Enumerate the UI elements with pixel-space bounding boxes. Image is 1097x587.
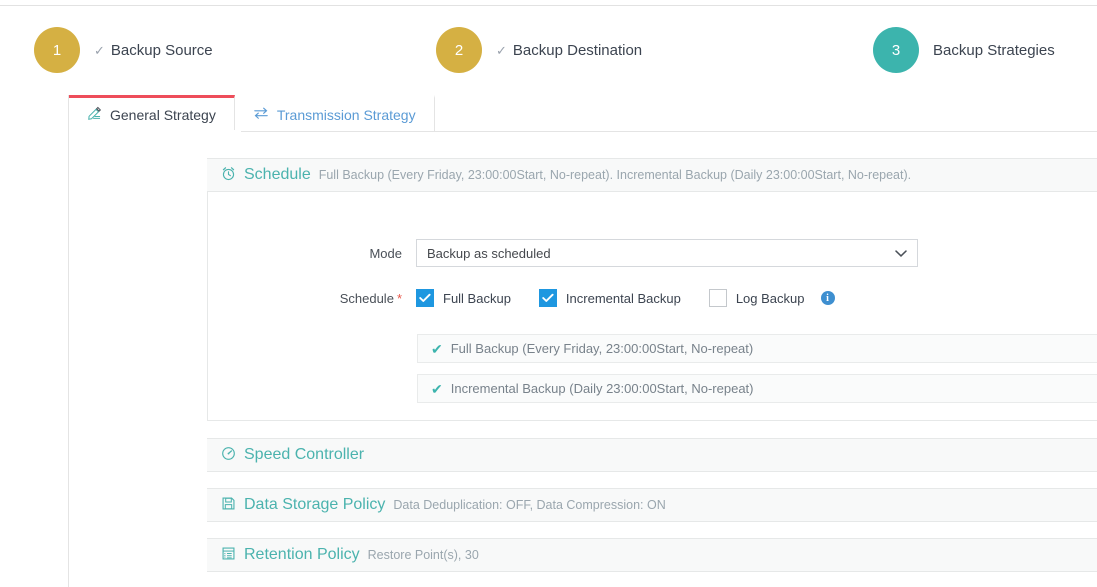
panel-speed-controller-header[interactable]: Speed Controller [207, 438, 1097, 472]
panel-schedule: Schedule Full Backup (Every Friday, 23:0… [207, 158, 1097, 421]
check-icon-incremental-backup: ✔ [431, 380, 443, 397]
mode-select[interactable]: Backup as scheduled [416, 239, 918, 267]
info-icon[interactable]: i [820, 291, 835, 305]
checkbox-label-full-backup: Full Backup [443, 290, 511, 306]
schedule-detail-list: ✔ Full Backup (Every Friday, 23:00:00Sta… [417, 334, 1097, 414]
transfer-arrows-icon [253, 106, 269, 123]
panel-retention-policy-header[interactable]: Retention Policy Restore Point(s), 30 [207, 538, 1097, 572]
gauge-icon [221, 446, 236, 464]
panel-schedule-title: Schedule [244, 166, 311, 183]
step-label-wrap-1: ✓ Backup Source [94, 42, 213, 59]
step-complete-check-icon-2: ✓ [496, 42, 507, 58]
panel-retention-policy-summary: Restore Point(s), 30 [367, 548, 479, 562]
schedule-detail-row-full-backup[interactable]: ✔ Full Backup (Every Friday, 23:00:00Sta… [417, 334, 1097, 363]
alarm-clock-icon [221, 166, 236, 184]
mode-row: Mode Backup as scheduled [316, 239, 918, 267]
floppy-disk-icon [221, 496, 236, 514]
tab-transmission-strategy-label: Transmission Strategy [276, 106, 416, 123]
wizard-step-backup-strategies[interactable]: 3 Backup Strategies [873, 26, 1055, 74]
panel-speed-controller-title: Speed Controller [244, 446, 365, 463]
archive-box-icon [221, 546, 236, 564]
panel-retention-policy-title: Retention Policy [244, 546, 360, 563]
panel-retention-policy: Retention Policy Restore Point(s), 30 [207, 538, 1097, 572]
panel-schedule-header[interactable]: Schedule Full Backup (Every Friday, 23:0… [207, 158, 1097, 192]
schedule-checkbox-row: Schedule * Full Backup Incremental Backu… [316, 289, 835, 307]
checkbox-label-incremental-backup: Incremental Backup [565, 290, 681, 306]
checkbox-incremental-backup[interactable] [538, 289, 557, 307]
checkbox-item-incremental-backup[interactable]: Incremental Backup [538, 289, 681, 307]
wizard-step-backup-destination[interactable]: 2 ✓ Backup Destination [436, 26, 642, 74]
step-label-2: Backup Destination [512, 41, 643, 59]
panel-schedule-summary: Full Backup (Every Friday, 23:00:00Start… [318, 168, 912, 182]
checkbox-log-backup[interactable] [708, 289, 727, 307]
panel-schedule-body: Mode Backup as scheduled Schedule * Full… [207, 192, 1097, 421]
schedule-label: Schedule [339, 290, 394, 306]
tab-general-strategy[interactable]: General Strategy [69, 95, 235, 131]
tab-strip: General Strategy Transmission Strategy [69, 95, 435, 131]
checkbox-item-log-backup[interactable]: Log Backup [708, 289, 805, 307]
panel-data-storage-policy-summary: Data Deduplication: OFF, Data Compressio… [393, 498, 666, 512]
checkbox-item-full-backup[interactable]: Full Backup [416, 289, 511, 307]
step-number-badge-3: 3 [873, 27, 919, 73]
schedule-label-wrap: Schedule * [316, 291, 416, 306]
step-number-3: 3 [891, 41, 901, 59]
step-label-wrap-3: Backup Strategies [933, 42, 1055, 59]
wizard-step-backup-source[interactable]: 1 ✓ Backup Source [34, 26, 213, 74]
step-label-1: Backup Source [110, 41, 213, 59]
tab-general-strategy-label: General Strategy [110, 106, 216, 123]
mode-select-value: Backup as scheduled [427, 245, 551, 261]
step-label-3: Backup Strategies [933, 41, 1055, 59]
checkbox-full-backup[interactable] [416, 289, 434, 307]
step-number-2: 2 [454, 41, 464, 59]
edit-pencil-icon [87, 106, 102, 124]
schedule-detail-text-full-backup: Full Backup (Every Friday, 23:00:00Start… [450, 341, 754, 356]
chevron-down-icon [895, 246, 907, 261]
step-complete-check-icon-1: ✓ [94, 42, 105, 58]
checkbox-label-log-backup: Log Backup [735, 290, 805, 306]
panel-speed-controller: Speed Controller [207, 438, 1097, 472]
active-tab-seam [69, 130, 241, 132]
step-number-badge-1: 1 [34, 27, 80, 73]
mode-label: Mode [369, 245, 402, 261]
wizard-step-bar: 1 ✓ Backup Source 2 ✓ Backup Destination… [0, 6, 1097, 88]
step-number-badge-2: 2 [436, 27, 482, 73]
schedule-detail-row-incremental-backup[interactable]: ✔ Incremental Backup (Daily 23:00:00Star… [417, 374, 1097, 403]
panel-data-storage-policy: Data Storage Policy Data Deduplication: … [207, 488, 1097, 522]
panel-data-storage-policy-title: Data Storage Policy [244, 496, 386, 513]
step-number-1: 1 [52, 41, 62, 59]
step-label-wrap-2: ✓ Backup Destination [496, 42, 642, 59]
panel-data-storage-policy-header[interactable]: Data Storage Policy Data Deduplication: … [207, 488, 1097, 522]
schedule-checkbox-group: Full Backup Incremental Backup Log Backu… [416, 289, 835, 307]
tab-transmission-strategy[interactable]: Transmission Strategy [234, 95, 435, 131]
schedule-detail-text-incremental-backup: Incremental Backup (Daily 23:00:00Start,… [450, 381, 754, 396]
required-asterisk: * [396, 290, 402, 306]
check-icon-full-backup: ✔ [431, 340, 443, 357]
